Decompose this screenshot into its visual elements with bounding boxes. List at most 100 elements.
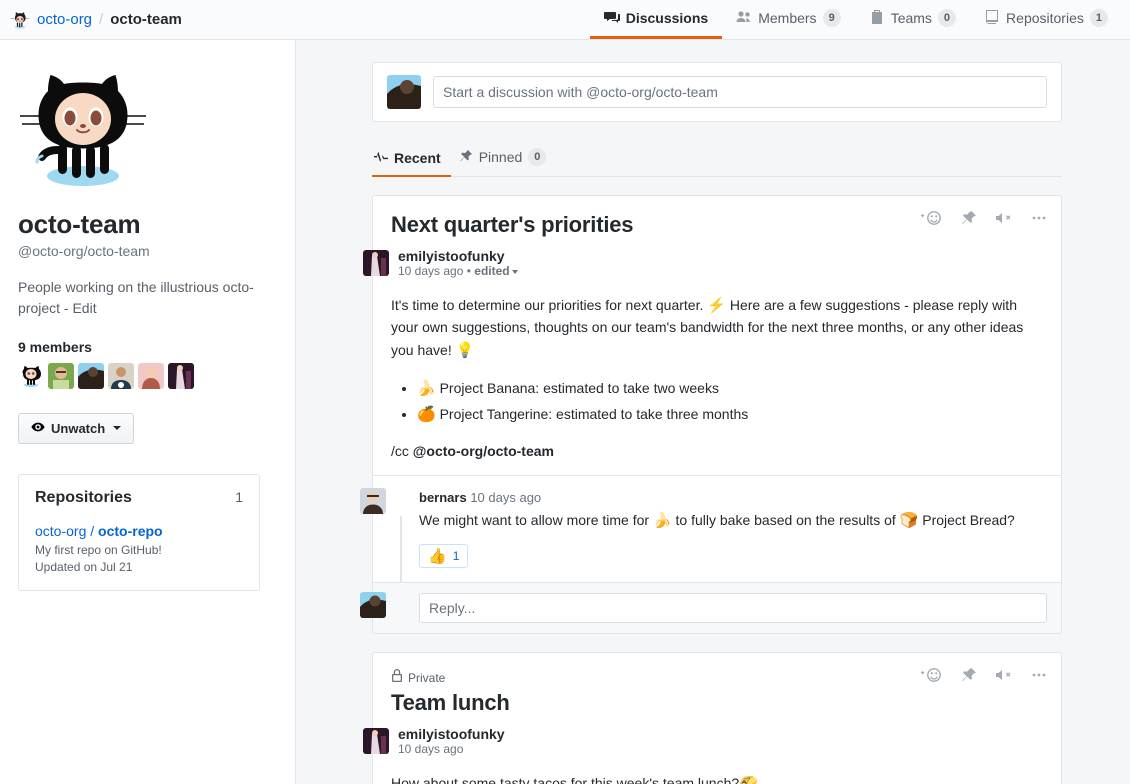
mute-icon[interactable] <box>995 210 1013 226</box>
tab-discussions[interactable]: Discussions <box>590 0 722 39</box>
discussion-bullet-list: 🍌 Project Banana: estimated to take two … <box>391 376 1043 429</box>
bread-emoji: 🍞 <box>900 512 919 529</box>
tab-members-counter: 9 <box>823 9 841 27</box>
avatar <box>387 75 421 109</box>
avatar[interactable] <box>138 363 164 389</box>
banana-emoji: 🍌 <box>417 380 436 397</box>
team-sidebar: octo-team @octo-org/octo-team People wor… <box>0 40 296 784</box>
comment-discussion-icon <box>604 9 620 28</box>
chevron-down-icon <box>512 270 518 274</box>
private-label: Private <box>408 671 445 685</box>
comment-text-part-2: to fully bake based on the results of <box>676 512 896 528</box>
pin-icon[interactable] <box>961 667 977 683</box>
repositories-panel: Repositories 1 octo-org / octo-repo My f… <box>18 474 260 591</box>
breadcrumb: octo-org / octo-team <box>0 10 182 30</box>
list-item: 🍊 Project Tangerine: estimated to take t… <box>417 402 1043 428</box>
discussion-body: How about some tasty tacos for this week… <box>391 772 1043 784</box>
comment-text-part-1: We might want to allow more time for <box>419 512 649 528</box>
new-discussion-composer <box>372 62 1062 122</box>
tab-repositories-label: Repositories <box>1006 10 1084 26</box>
tab-repositories[interactable]: Repositories 1 <box>970 0 1122 39</box>
page-body: octo-team @octo-org/octo-team People wor… <box>0 40 1130 784</box>
comment-text-part-3: Project Bread? <box>922 512 1015 528</box>
team-description: People working on the illustrious octo-p… <box>18 277 263 319</box>
lock-icon <box>391 669 403 686</box>
unwatch-button[interactable]: Unwatch <box>18 413 134 444</box>
list-item: 🍌 Project Banana: estimated to take two … <box>417 376 1043 402</box>
kebab-menu-icon[interactable] <box>1031 667 1047 683</box>
new-discussion-input[interactable] <box>433 76 1047 108</box>
comment-header: bernars 10 days ago <box>419 490 1043 505</box>
comment-author[interactable]: bernars <box>419 490 467 505</box>
repo-description: My first repo on GitHub! <box>35 543 243 557</box>
tab-teams-label: Teams <box>891 10 932 26</box>
discussion-reply-row <box>373 582 1061 633</box>
discussion-filter-tabs: Recent Pinned 0 <box>372 128 1062 177</box>
discussion-body-part-1: How about some tasty tacos for this week… <box>391 775 739 784</box>
octocat-avatar <box>18 64 148 194</box>
eye-icon <box>31 420 45 437</box>
organization-icon <box>869 9 885 28</box>
thread-line <box>400 516 402 583</box>
discussion-timestamp: 10 days ago <box>398 742 505 756</box>
pin-icon <box>459 149 473 166</box>
team-description-edit-link[interactable]: Edit <box>72 300 96 316</box>
avatar[interactable] <box>360 488 386 514</box>
member-avatar-list <box>18 363 275 389</box>
discussion-cc-line: /cc @octo-org/octo-team <box>391 443 1043 459</box>
primary-nav-tabs: Discussions Members 9 Teams 0 Repositori… <box>590 0 1122 39</box>
add-reaction-icon[interactable] <box>921 210 943 226</box>
discussions-main: Recent Pinned 0 <box>296 40 1130 784</box>
avatar[interactable] <box>108 363 134 389</box>
kebab-menu-icon[interactable] <box>1031 210 1047 226</box>
discussion-card: Next quarter's priorities emilyistoofunk… <box>372 195 1062 634</box>
avatar[interactable] <box>363 250 389 276</box>
tab-recent-label: Recent <box>394 150 441 166</box>
tab-teams-counter: 0 <box>938 9 956 27</box>
cc-mention[interactable]: @octo-org/octo-team <box>413 443 554 459</box>
discussion-time-ago: 10 days ago <box>398 264 463 278</box>
avatar[interactable] <box>78 363 104 389</box>
avatar[interactable] <box>18 363 44 389</box>
avatar[interactable] <box>48 363 74 389</box>
comment-timestamp: 10 days ago <box>470 490 541 505</box>
pulse-icon <box>374 149 388 166</box>
members-count-label: 9 members <box>18 339 275 355</box>
breadcrumb-org-link[interactable]: octo-org <box>37 11 92 28</box>
comment-body: We might want to allow more time for 🍌 t… <box>419 510 1043 533</box>
reaction-count: 1 <box>453 549 460 563</box>
tab-repositories-counter: 1 <box>1090 9 1108 27</box>
edited-label[interactable]: edited <box>474 264 509 278</box>
discussion-timestamp: 10 days ago • edited <box>398 264 518 278</box>
zap-emoji: ⚡ <box>707 297 726 314</box>
page-title: octo-team <box>18 208 275 241</box>
meta-separator: • <box>467 264 471 278</box>
mute-icon[interactable] <box>995 667 1013 683</box>
discussion-author-name[interactable]: emilyistoofunky <box>398 726 505 742</box>
octocat-icon <box>10 10 30 30</box>
thumbsup-reaction-button[interactable]: 👍 1 <box>419 544 468 568</box>
tab-recent[interactable]: Recent <box>372 141 451 177</box>
tab-pinned[interactable]: Pinned 0 <box>457 140 557 177</box>
avatar[interactable] <box>363 728 389 754</box>
tab-teams[interactable]: Teams 0 <box>855 0 970 39</box>
repo-link[interactable]: octo-org / octo-repo <box>35 523 243 539</box>
avatar[interactable] <box>168 363 194 389</box>
add-reaction-icon[interactable] <box>921 667 943 683</box>
discussion-card: Private Team lunch emilyistoofunky 10 da… <box>372 652 1062 784</box>
breadcrumb-team-name: octo-team <box>110 11 182 28</box>
reply-input[interactable] <box>419 593 1047 623</box>
discussion-author-row: emilyistoofunky 10 days ago • edited <box>363 248 1043 278</box>
tab-members[interactable]: Members 9 <box>722 0 854 39</box>
pin-icon[interactable] <box>961 210 977 226</box>
discussion-body-part-1: It's time to determine our priorities fo… <box>391 297 703 313</box>
tab-pinned-counter: 0 <box>528 148 546 166</box>
list-item-text: Project Tangerine: estimated to take thr… <box>440 406 749 422</box>
discussion-author-name[interactable]: emilyistoofunky <box>398 248 518 264</box>
team-description-text: People working on the illustrious octo-p… <box>18 279 254 316</box>
bulb-emoji: 💡 <box>456 342 475 359</box>
repositories-panel-header: Repositories 1 <box>35 489 243 507</box>
list-item-text: Project Banana: estimated to take two we… <box>440 380 719 396</box>
discussion-title[interactable]: Team lunch <box>391 690 1043 716</box>
discussion-time-ago: 10 days ago <box>398 742 463 756</box>
